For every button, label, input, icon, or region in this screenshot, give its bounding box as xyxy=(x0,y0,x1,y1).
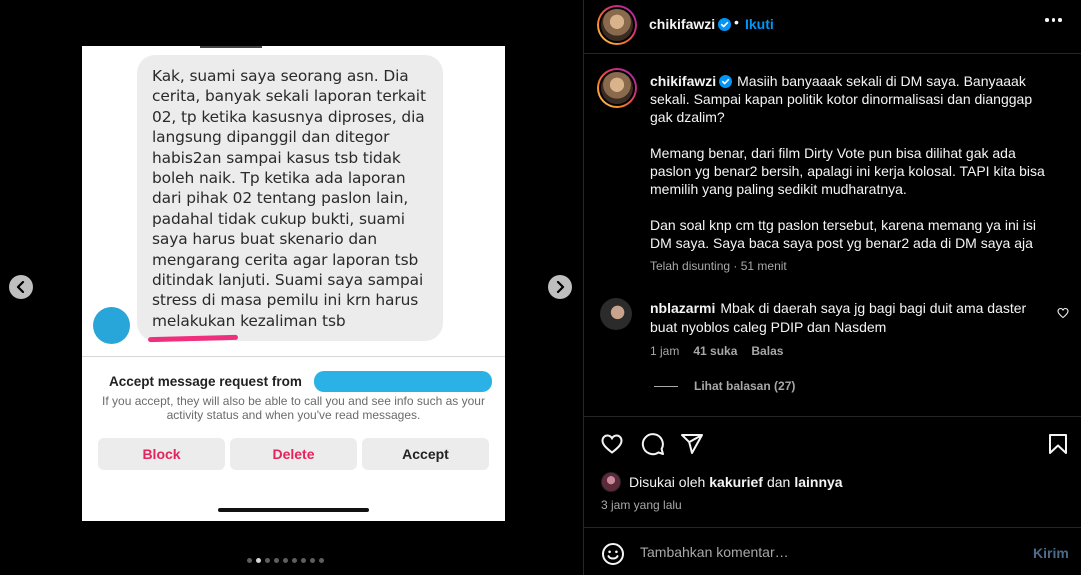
comment-text: nblazarmi Mbak di daerah saya jg bagi bag… xyxy=(650,299,1045,337)
heart-icon[interactable] xyxy=(600,432,624,456)
avatar[interactable] xyxy=(600,298,632,330)
carousel-dot xyxy=(256,558,261,563)
carousel-dot xyxy=(247,558,252,563)
carousel-dot xyxy=(301,558,306,563)
carousel-indicator xyxy=(247,558,324,563)
more-icon[interactable] xyxy=(1045,18,1062,22)
comment-time: 1 jam xyxy=(650,344,680,358)
follow-button[interactable]: Ikuti xyxy=(745,16,774,32)
carousel-dot xyxy=(265,558,270,563)
post-image: Kak, suami saya seorang asn. Dia cerita,… xyxy=(82,46,505,521)
accept-button: Accept xyxy=(362,438,489,470)
block-button: Block xyxy=(98,438,225,470)
avatar[interactable] xyxy=(601,472,621,492)
liked-by-prefix: Disukai oleh xyxy=(629,474,706,490)
post-comment-button[interactable]: Kirim xyxy=(1033,545,1069,561)
carousel-dot xyxy=(310,558,315,563)
redacted-avatar xyxy=(93,307,130,344)
carousel-prev-button[interactable] xyxy=(9,275,33,299)
dm-message-text: Kak, suami saya seorang asn. Dia cerita,… xyxy=(152,67,426,330)
comment-icon[interactable] xyxy=(641,432,665,456)
divider xyxy=(82,356,505,357)
author-username[interactable]: chikifawzi xyxy=(649,16,732,32)
carousel-dot xyxy=(319,558,324,563)
carousel-dot xyxy=(292,558,297,563)
liked-by-user[interactable]: kakurief xyxy=(709,474,763,490)
caption-username[interactable]: chikifawzi xyxy=(650,73,733,89)
carousel-dot xyxy=(274,558,279,563)
comment-meta: 1 jam 41 suka Balas xyxy=(650,344,783,358)
carousel-next-button[interactable] xyxy=(548,275,572,299)
separator: • xyxy=(734,14,739,30)
post-header: chikifawzi • Ikuti xyxy=(584,0,1081,54)
avatar[interactable] xyxy=(597,68,637,108)
caption-meta: Telah disunting · 51 menit xyxy=(650,259,787,273)
post-details-panel: chikifawzi • Ikuti chikifawzi Masiih bany… xyxy=(583,0,1081,575)
reply-button[interactable]: Balas xyxy=(751,344,783,358)
caption-text: chikifawzi Masiih banyaaak sekali di DM s… xyxy=(650,72,1050,270)
delete-button: Delete xyxy=(230,438,357,470)
carousel-dot xyxy=(283,558,288,563)
post-timestamp[interactable]: 3 jam yang lalu xyxy=(601,498,682,512)
liked-by-conjunction: dan xyxy=(766,474,791,490)
liked-by-others[interactable]: lainnya xyxy=(794,474,842,490)
verified-icon xyxy=(719,75,733,88)
share-icon[interactable] xyxy=(680,432,704,456)
dm-message-bubble: Kak, suami saya seorang asn. Dia cerita,… xyxy=(137,55,443,341)
caption-paragraph: Memang benar, dari film Dirty Vote pun b… xyxy=(650,145,1045,197)
bookmark-icon[interactable] xyxy=(1046,432,1070,456)
post-media: Kak, suami saya seorang asn. Dia cerita,… xyxy=(0,0,583,575)
comment-likes[interactable]: 41 suka xyxy=(693,344,737,358)
view-replies-label: Lihat balasan (27) xyxy=(694,379,796,393)
highlight-underline xyxy=(147,334,239,343)
divider xyxy=(654,385,678,387)
home-indicator xyxy=(218,508,369,512)
chevron-right-icon xyxy=(556,281,565,293)
comment-input[interactable] xyxy=(640,541,1020,563)
emoji-icon[interactable] xyxy=(601,542,625,566)
comment-composer: Kirim xyxy=(584,527,1081,575)
caption-paragraph: Dan soal knp cm ttg paslon tersebut, kar… xyxy=(650,217,1036,251)
comment-username[interactable]: nblazarmi xyxy=(650,300,715,316)
divider xyxy=(200,46,262,48)
chevron-left-icon xyxy=(16,281,25,293)
request-title: Accept message request from xyxy=(109,374,302,389)
liked-by: Disukai oleh kakurief dan lainnya xyxy=(601,472,847,492)
avatar[interactable] xyxy=(597,5,637,45)
request-info: If you accept, they will also be able to… xyxy=(102,394,485,422)
redacted-username xyxy=(314,371,492,392)
view-replies-button[interactable]: Lihat balasan (27) xyxy=(654,379,795,393)
heart-icon[interactable] xyxy=(1057,307,1069,319)
verified-icon xyxy=(718,18,732,31)
